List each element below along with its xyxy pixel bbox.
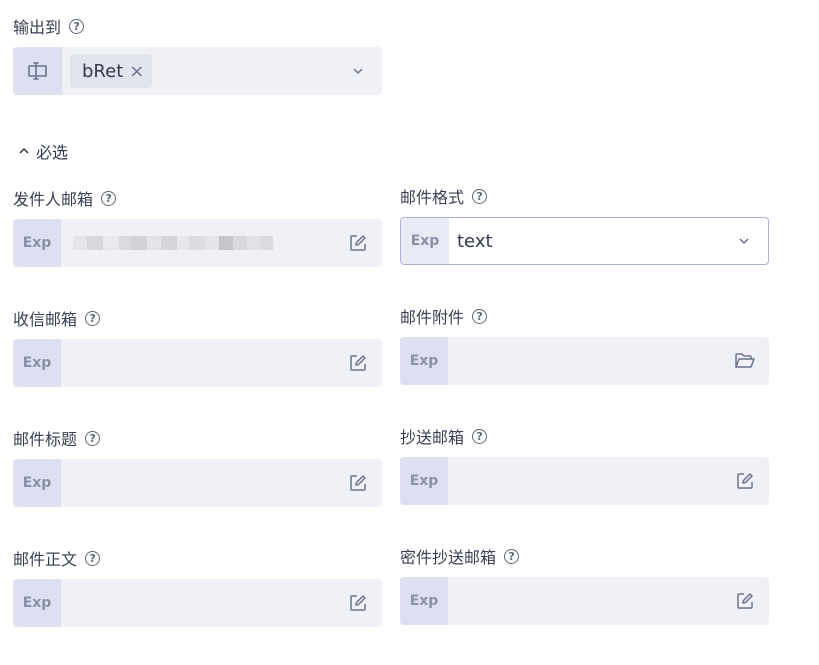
exp-toggle[interactable]: Exp [13, 459, 61, 507]
exp-toggle[interactable]: Exp [400, 577, 448, 625]
bcc-label-text: 密件抄送邮箱 [400, 548, 497, 567]
attachment-field[interactable]: Exp [400, 337, 769, 385]
recipient-field[interactable]: Exp [13, 339, 382, 387]
body-label-text: 邮件正文 [13, 550, 78, 569]
help-icon[interactable]: ? [504, 548, 520, 564]
recipient-label: 收信邮箱 ? [13, 307, 101, 329]
cc-label-text: 抄送邮箱 [400, 428, 465, 447]
subject-field[interactable]: Exp [13, 459, 382, 507]
subject-label: 邮件标题 ? [13, 427, 101, 449]
output-label-text: 输出到 [13, 18, 62, 37]
body-label: 邮件正文 ? [13, 547, 101, 569]
help-icon[interactable]: ? [101, 190, 117, 206]
edit-icon[interactable] [721, 457, 769, 505]
sender-label: 发件人邮箱 ? [13, 187, 117, 209]
chevron-up-icon[interactable] [18, 145, 30, 157]
help-icon[interactable]: ? [85, 430, 101, 446]
variable-cursor-icon[interactable] [13, 47, 62, 95]
cc-field[interactable]: Exp [400, 457, 769, 505]
exp-toggle[interactable]: Exp [13, 579, 61, 627]
exp-toggle[interactable]: Exp [400, 457, 448, 505]
exp-toggle[interactable]: Exp [401, 218, 449, 264]
format-value: text [457, 230, 493, 252]
sender-label-text: 发件人邮箱 [13, 190, 94, 209]
body-field[interactable]: Exp [13, 579, 382, 627]
output-label: 输出到 ? [13, 15, 85, 37]
sender-field[interactable]: Exp [13, 219, 382, 267]
chip-remove-icon[interactable]: × [129, 61, 144, 82]
attachment-input[interactable] [448, 337, 721, 385]
attachment-label-text: 邮件附件 [400, 308, 465, 327]
sender-input[interactable] [61, 219, 334, 267]
chevron-down-icon[interactable] [720, 218, 768, 264]
output-select[interactable]: bRet × [13, 47, 382, 95]
help-icon[interactable]: ? [472, 428, 488, 444]
help-icon[interactable]: ? [472, 308, 488, 324]
help-icon[interactable]: ? [85, 550, 101, 566]
selected-variable-chip: bRet × [70, 54, 153, 88]
bcc-label: 密件抄送邮箱 ? [400, 545, 520, 567]
exp-toggle[interactable]: Exp [400, 337, 448, 385]
recipient-label-text: 收信邮箱 [13, 310, 78, 329]
recipient-input[interactable] [61, 339, 334, 387]
cc-label: 抄送邮箱 ? [400, 425, 488, 447]
edit-icon[interactable] [721, 577, 769, 625]
edit-icon[interactable] [334, 339, 382, 387]
body-input[interactable] [61, 579, 334, 627]
edit-icon[interactable] [334, 219, 382, 267]
exp-toggle[interactable]: Exp [13, 219, 61, 267]
section-title: 必选 [36, 143, 69, 162]
edit-icon[interactable] [334, 459, 382, 507]
exp-toggle[interactable]: Exp [13, 339, 61, 387]
cc-input[interactable] [448, 457, 721, 505]
redacted-value [73, 236, 273, 250]
bcc-field[interactable]: Exp [400, 577, 769, 625]
bcc-input[interactable] [448, 577, 721, 625]
chevron-down-icon[interactable] [334, 47, 382, 95]
required-section-header[interactable]: 必选 [18, 139, 68, 163]
format-label: 邮件格式 ? [400, 185, 488, 207]
attachment-label: 邮件附件 ? [400, 305, 488, 327]
format-select[interactable]: Exp text [400, 217, 769, 265]
help-icon[interactable]: ? [472, 188, 488, 204]
edit-icon[interactable] [334, 579, 382, 627]
subject-input[interactable] [61, 459, 334, 507]
help-icon[interactable]: ? [85, 310, 101, 326]
folder-open-icon[interactable] [721, 337, 769, 385]
chip-label: bRet [82, 60, 124, 82]
format-label-text: 邮件格式 [400, 188, 465, 207]
subject-label-text: 邮件标题 [13, 430, 78, 449]
help-icon[interactable]: ? [69, 18, 85, 34]
